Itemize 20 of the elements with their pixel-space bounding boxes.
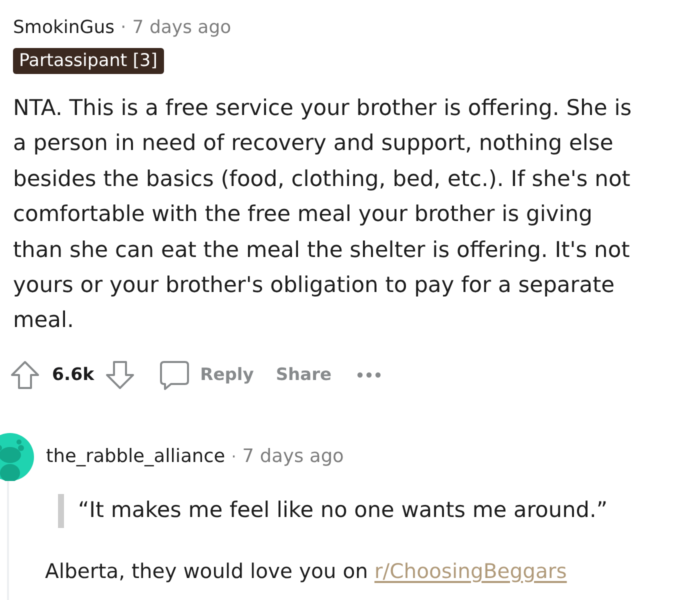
timestamp: 7 days ago: [132, 16, 232, 38]
downvote-icon[interactable]: [104, 358, 136, 391]
more-icon: [356, 370, 382, 379]
username[interactable]: SmokinGus: [13, 16, 115, 38]
share-button[interactable]: Share: [276, 364, 332, 385]
reply-text: Alberta, they would love you on r/ChoosingBeggars: [45, 558, 568, 585]
separator-dot: ·: [231, 447, 236, 466]
avatar-icon[interactable]: [0, 432, 34, 481]
username[interactable]: the_rabble_alliance: [46, 446, 226, 468]
vote-count: 6.6k: [52, 364, 94, 385]
separator-dot: ·: [120, 16, 126, 38]
quote-text: “It makes me feel like no one wants me around.”: [58, 494, 700, 528]
subreddit-link[interactable]: r/ChoosingBeggars: [374, 558, 567, 583]
timestamp: 7 days ago: [242, 446, 344, 468]
user-flair: Partassipant [3]: [13, 48, 164, 74]
more-button[interactable]: [356, 370, 382, 379]
comment-text: NTA. This is a free service your brother is offering. She is a person in need of recovery and support, nothing else besides the basics (food, clothing, bed, etc.). If she's not comfortable with the free meal your brother is giving than she can eat the meal the shelter is offering. It's not yours or your brother's obligation to pay for a separate meal.: [13, 95, 633, 336]
reply-button[interactable]: Reply: [158, 358, 254, 391]
upvote-icon[interactable]: [9, 358, 41, 391]
comment-icon: [158, 358, 190, 391]
